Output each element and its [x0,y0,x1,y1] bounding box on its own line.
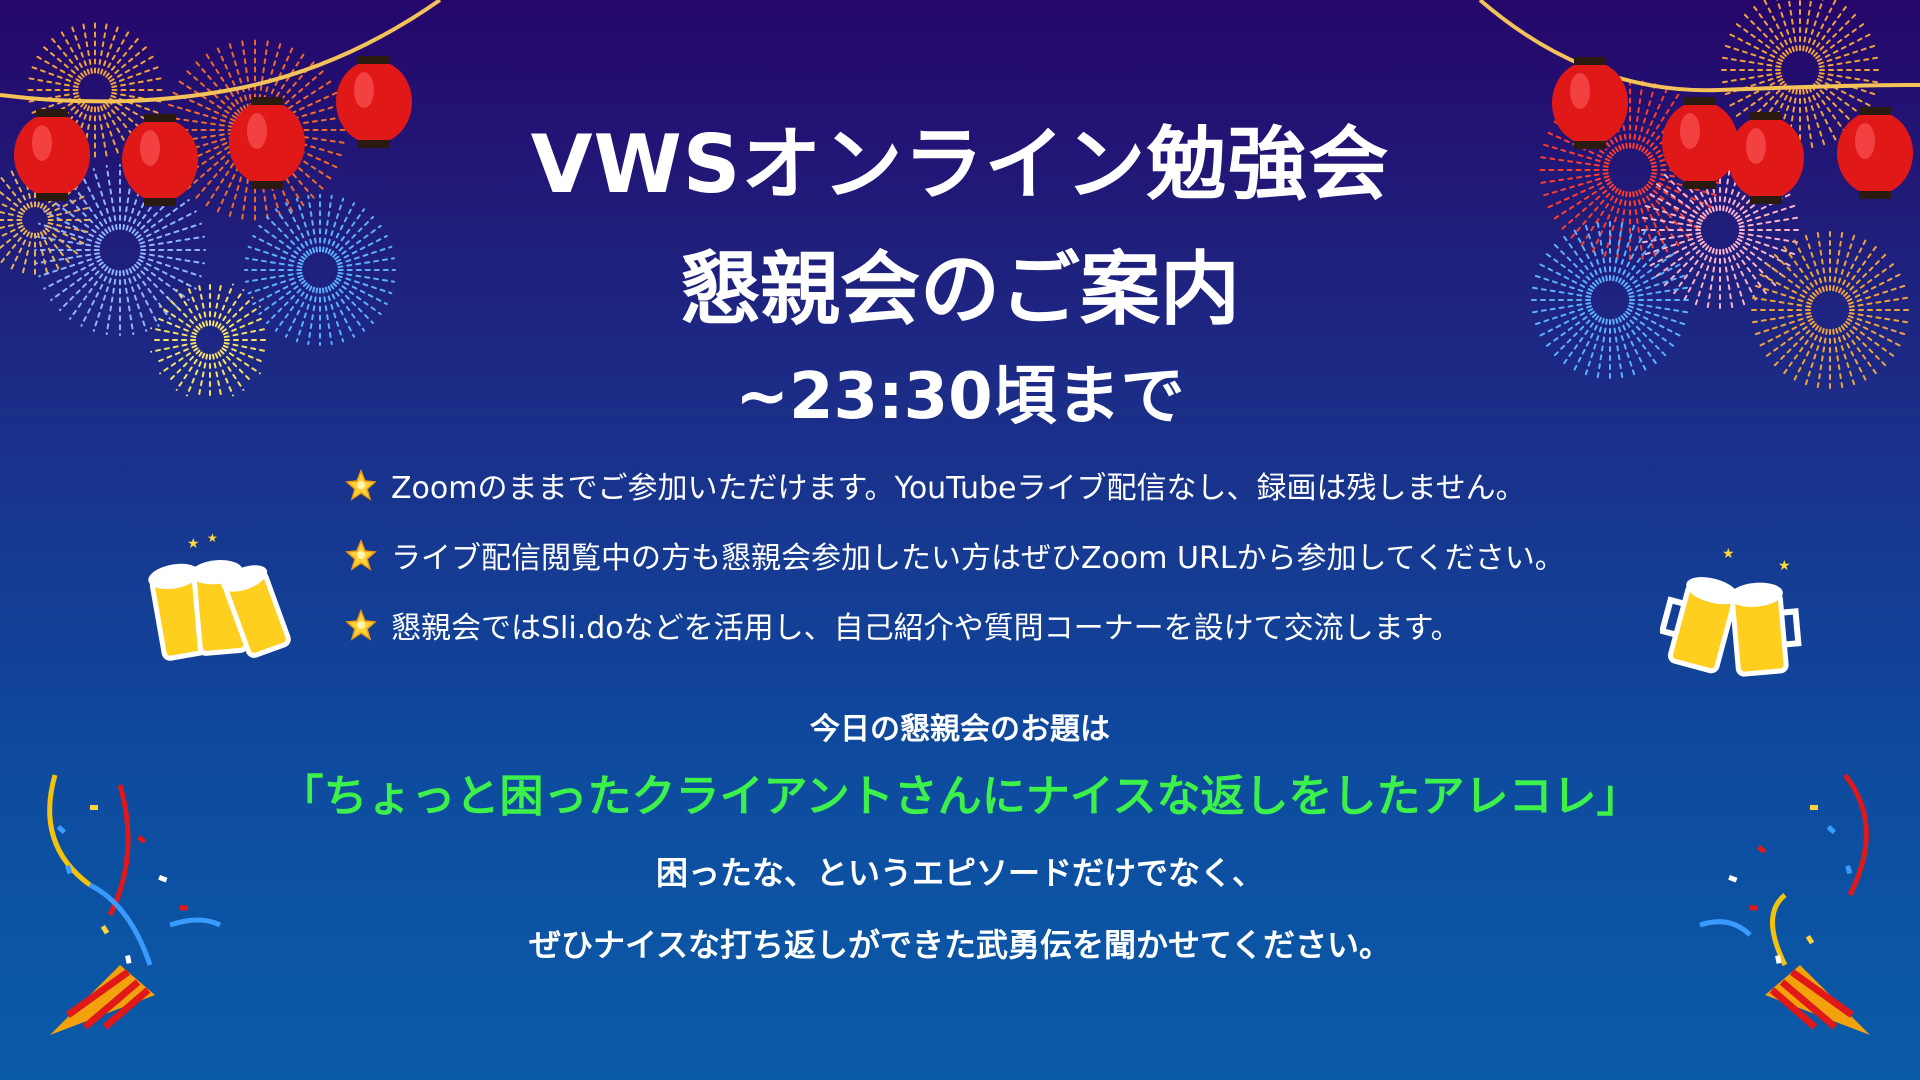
bullet-text: Zoomのままでご参加いただけます。YouTubeライブ配信なし、録画は残しませ… [391,471,1526,506]
description-line: 困ったな、というエピソードだけでなく、 [655,854,1264,892]
svg-text:★: ★ [1722,546,1735,562]
svg-text:★: ★ [187,536,200,552]
topic-text: 「ちょっと困ったクライアントさんにナイスな返しをしたアレコレ」 [279,771,1641,822]
beer-toast-icon: ★ ★ [148,531,291,661]
bullet-text: ライブ配信閲覧中の方も懇親会参加したい方はぜひZoom URLから参加してくださ… [391,541,1565,576]
sparkle-star-icon [345,609,377,641]
bullet-list: Zoomのままでご参加いただけます。YouTubeライブ配信なし、録画は残しませ… [345,450,1645,660]
list-item: 懇親会ではSli.doなどを活用し、自己紹介や質問コーナーを設けて交流します。 [345,590,1645,660]
sparkle-star-icon [345,469,377,501]
list-item: Zoomのままでご参加いただけます。YouTubeライブ配信なし、録画は残しませ… [345,450,1645,520]
description-line: ぜひナイスな打ち返しができた武勇伝を聞かせてください。 [528,926,1392,964]
beer-toast-icon: ★ ★ [1660,546,1802,677]
bullet-text: 懇親会ではSli.doなどを活用し、自己紹介や質問コーナーを設けて交流します。 [391,611,1461,646]
topic-heading: 今日の懇親会のお題は [810,712,1110,747]
list-item: ライブ配信閲覧中の方も懇親会参加したい方はぜひZoom URLから参加してくださ… [345,520,1645,590]
sparkle-star-icon [345,539,377,571]
page-title: VWSオンライン勉強会 [530,118,1390,211]
svg-text:★: ★ [207,531,218,545]
slide: ★ ★ ★ ★ VWSオンライン勉強会 懇親会のご案内 ~23:30頃まで Zo… [0,0,1920,1080]
svg-text:★: ★ [1778,558,1791,574]
end-time: ~23:30頃まで [735,360,1185,434]
page-subtitle: 懇親会のご案内 [680,243,1240,336]
